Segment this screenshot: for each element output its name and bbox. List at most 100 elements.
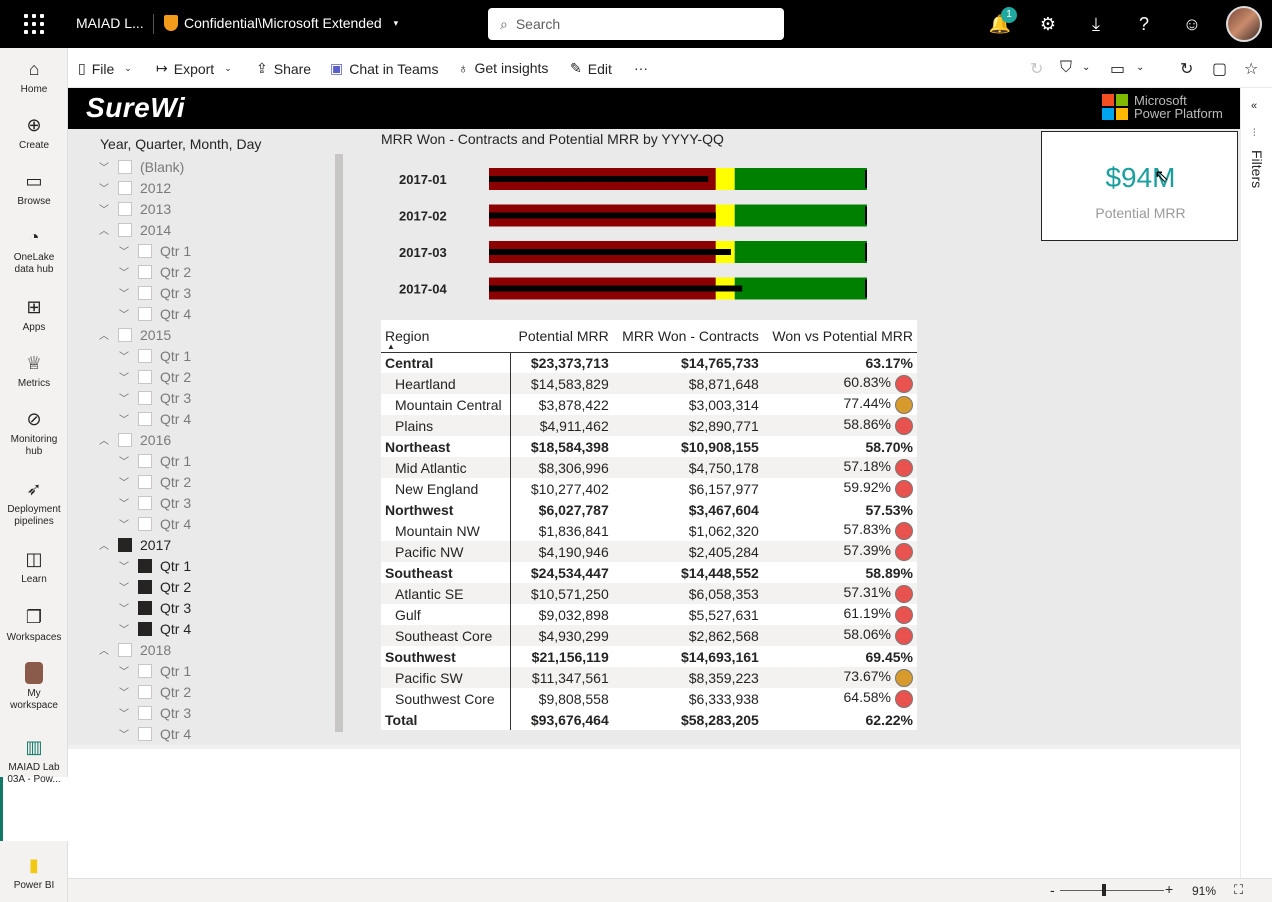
chevron-down-icon[interactable]: ﹀ [118, 264, 130, 279]
chevron-up-icon[interactable]: ︿ [98, 222, 110, 237]
chevron-down-icon[interactable]: ﹀ [118, 453, 130, 468]
slicer-checkbox[interactable] [138, 600, 152, 615]
slicer-checkbox[interactable] [138, 348, 152, 363]
table-row[interactable]: Gulf $9,032,898 $5,527,631 61.19% [381, 604, 917, 625]
collapse-icon[interactable]: « [1251, 100, 1257, 112]
download-icon[interactable]: ⤓ [1084, 12, 1108, 36]
value-bar[interactable] [489, 285, 743, 292]
chevron-down-icon[interactable]: ﹀ [118, 390, 130, 405]
nav-browse[interactable]: ▭ Browse [0, 170, 68, 208]
help-icon[interactable]: ? [1132, 12, 1156, 36]
table-row[interactable]: Atlantic SE $10,571,250 $6,058,353 57.31% [381, 583, 917, 604]
chevron-down-icon[interactable]: ﹀ [118, 495, 130, 510]
chevron-down-icon[interactable]: ﹀ [118, 726, 130, 741]
search-input[interactable]: ⌕ Search [488, 8, 784, 40]
slicer-item[interactable]: ﹀ Qtr 3 [118, 387, 191, 408]
gear-icon[interactable]: ⚙ [1036, 12, 1060, 36]
slicer-item[interactable]: ﹀ 2012 [98, 177, 171, 198]
table-row[interactable]: Southwest $21,156,119 $14,693,161 69.45% [381, 646, 917, 667]
slicer-checkbox[interactable] [138, 495, 152, 510]
slicer-checkbox[interactable] [138, 411, 152, 426]
date-hierarchy-slicer[interactable]: ﹀ (Blank) ﹀ 2012 ﹀ 2013 ︿ 2014 ﹀ Qtr 1 ﹀ Qtr 2 ﹀ Qtr … [98, 156, 342, 746]
slicer-checkbox[interactable] [118, 537, 132, 552]
chevron-up-icon[interactable]: ︿ [98, 537, 110, 552]
table-row[interactable]: Heartland $14,583,829 $8,871,648 60.83% [381, 373, 917, 394]
slicer-item[interactable]: ﹀ Qtr 1 [118, 450, 191, 471]
table-row[interactable]: Southeast $24,534,447 $14,448,552 58.89% [381, 562, 917, 583]
slicer-item[interactable]: ︿ 2017 [98, 534, 171, 555]
zoom-slider[interactable] [1060, 890, 1164, 891]
chevron-up-icon[interactable]: ︿ [98, 642, 110, 657]
slicer-item[interactable]: ﹀ Qtr 2 [118, 471, 191, 492]
slicer-checkbox[interactable] [138, 243, 152, 258]
value-bar[interactable] [489, 212, 716, 219]
table-row[interactable]: Northeast $18,584,398 $10,908,155 58.70% [381, 436, 917, 457]
slicer-checkbox[interactable] [138, 390, 152, 405]
table-row[interactable]: Southeast Core $4,930,299 $2,862,568 58.06% [381, 625, 917, 646]
slicer-checkbox[interactable] [138, 453, 152, 468]
table-row[interactable]: Central $23,373,713 $14,765,733 63.17% [381, 352, 917, 373]
slicer-item[interactable]: ﹀ Qtr 1 [118, 345, 191, 366]
header-mrr-won[interactable]: MRR Won - Contracts [612, 320, 763, 353]
slicer-item[interactable]: ﹀ Qtr 1 [118, 660, 191, 681]
chevron-down-icon[interactable]: ﹀ [98, 201, 110, 216]
table-row[interactable]: Plains $4,911,462 $2,890,771 58.86% [381, 415, 917, 436]
refresh-icon[interactable]: ↻ [1180, 59, 1193, 79]
app-name[interactable]: MAIAD L... [76, 15, 144, 31]
slicer-item[interactable]: ﹀ Qtr 4 [118, 513, 191, 534]
slicer-checkbox[interactable] [138, 558, 152, 573]
slicer-scrollbar[interactable] [335, 154, 343, 732]
slicer-checkbox[interactable] [138, 306, 152, 321]
slicer-checkbox[interactable] [138, 369, 152, 384]
filters-pane[interactable]: « ⫶ Filters [1240, 88, 1272, 878]
nav-apps[interactable]: ⊞ Apps [0, 296, 68, 334]
slicer-item[interactable]: ﹀ Qtr 4 [118, 408, 191, 429]
nav-powerbi[interactable]: ▮ Power BI [0, 854, 68, 892]
slicer-checkbox[interactable] [138, 474, 152, 489]
chevron-down-icon[interactable]: ﹀ [118, 516, 130, 531]
slicer-item[interactable]: ﹀ Qtr 4 [118, 303, 191, 324]
get-insights-button[interactable]: ♁ Get insights [458, 60, 548, 76]
slicer-item[interactable]: ﹀ 2013 [98, 198, 171, 219]
header-potential-mrr[interactable]: Potential MRR [510, 320, 613, 353]
nav-deployment[interactable]: ➶ Deployment pipelines [0, 478, 68, 528]
chevron-down-icon[interactable]: ﹀ [118, 411, 130, 426]
slicer-item[interactable]: ﹀ Qtr 3 [118, 282, 191, 303]
table-row[interactable]: Pacific SW $11,347,561 $8,359,223 73.67% [381, 667, 917, 688]
nav-current-report[interactable]: ▥ MAIAD Lab 03A - Pow... [0, 736, 68, 786]
more-options-button[interactable]: ··· [634, 60, 648, 76]
fit-to-page-icon[interactable]: ⛶ [1234, 882, 1243, 898]
table-row[interactable]: Mountain NW $1,836,841 $1,062,320 57.83% [381, 520, 917, 541]
slicer-checkbox[interactable] [138, 285, 152, 300]
chevron-down-icon[interactable]: ﹀ [118, 600, 130, 615]
table-row[interactable]: New England $10,277,402 $6,157,977 59.92% [381, 478, 917, 499]
chevron-down-icon[interactable]: ﹀ [118, 579, 130, 594]
slicer-checkbox[interactable] [138, 264, 152, 279]
chevron-up-icon[interactable]: ︿ [98, 327, 110, 342]
app-launcher-icon[interactable] [24, 14, 44, 34]
chevron-down-icon[interactable]: ⌄ [1136, 62, 1144, 73]
user-avatar[interactable] [1226, 6, 1262, 42]
zoom-out-button[interactable]: - [1050, 882, 1055, 898]
slicer-item[interactable]: ﹀ Qtr 4 [118, 618, 191, 639]
chevron-down-icon[interactable]: ﹀ [118, 684, 130, 699]
slicer-checkbox[interactable] [118, 180, 132, 195]
slicer-checkbox[interactable] [118, 222, 132, 237]
chevron-down-icon[interactable]: ﹀ [118, 558, 130, 573]
chevron-down-icon[interactable]: ﹀ [118, 369, 130, 384]
chat-in-teams-button[interactable]: ▣ Chat in Teams [330, 60, 438, 77]
chevron-down-icon[interactable]: ﹀ [118, 243, 130, 258]
chevron-up-icon[interactable]: ︿ [98, 432, 110, 447]
table-row[interactable]: Southwest Core $9,808,558 $6,333,938 64.58% [381, 688, 917, 709]
header-region[interactable]: Region ▲ [381, 320, 511, 353]
chevron-down-icon[interactable]: ﹀ [118, 474, 130, 489]
view-icon[interactable]: ▭ [1110, 59, 1125, 79]
slicer-checkbox[interactable] [118, 642, 132, 657]
slicer-checkbox[interactable] [138, 726, 152, 741]
slicer-checkbox[interactable] [118, 432, 132, 447]
slicer-item[interactable]: ︿ 2014 [98, 219, 171, 240]
slicer-item[interactable]: ﹀ Qtr 3 [118, 492, 191, 513]
header-won-vs-potential[interactable]: Won vs Potential MRR [762, 320, 917, 353]
table-row[interactable]: Northwest $6,027,787 $3,467,604 57.53% [381, 499, 917, 520]
comment-icon[interactable]: ▢ [1212, 59, 1227, 79]
